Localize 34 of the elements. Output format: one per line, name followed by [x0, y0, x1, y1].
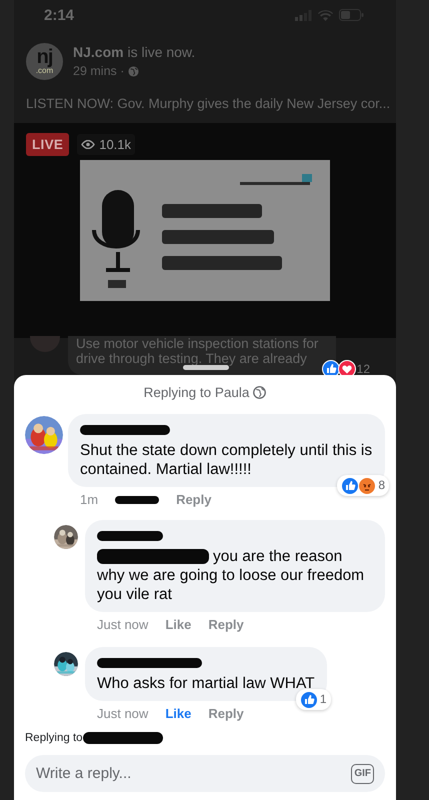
globe-icon: [253, 386, 266, 399]
gif-button[interactable]: GIF: [351, 764, 374, 784]
comment-text: you are the reason why we are going to loose our freedom you vile rat: [97, 547, 366, 604]
like-link[interactable]: Like: [165, 617, 192, 632]
comment-time: 1m: [80, 492, 98, 507]
drag-handle[interactable]: [183, 364, 229, 370]
comment-text: Use motor vehicle inspection stations for: [76, 336, 320, 351]
angry-face-icon: [358, 476, 376, 494]
like-link[interactable]: Like: [165, 706, 192, 721]
comment-time: Just now: [97, 706, 148, 721]
clock-time: 2:14: [44, 6, 74, 24]
sheet-title: Replying to Paula: [144, 385, 250, 400]
post-time: 29 mins ·: [73, 64, 124, 78]
reaction-count[interactable]: 8: [337, 475, 389, 496]
comment-text: drive through testing. They are already: [76, 351, 308, 366]
live-badge: LIVE: [26, 133, 70, 156]
globe-icon: [128, 66, 140, 76]
reply-link[interactable]: Reply: [208, 706, 244, 721]
wifi-icon: [318, 10, 333, 20]
viewer-count: 10.1k: [77, 134, 136, 155]
reply-link[interactable]: Reply: [208, 617, 244, 632]
thumbs-up-icon: [341, 476, 360, 494]
thumbs-up-icon: [300, 690, 318, 708]
reaction-count[interactable]: 1: [296, 689, 331, 710]
comment-time: Just now: [97, 617, 148, 632]
post-text: LISTEN NOW: Gov. Murphy gives the daily New Jersey cor...: [25, 95, 392, 111]
reply-input[interactable]: Write a reply... GIF: [25, 755, 385, 792]
post-author: NJ.com is live now.: [73, 44, 196, 60]
signal-icon: [295, 10, 312, 20]
battery-icon: [339, 9, 364, 21]
news-logo[interactable]: nj .com: [26, 42, 63, 80]
eye-icon: [81, 140, 96, 149]
reply-link[interactable]: Reply: [176, 492, 212, 507]
replying-to-label: Replying to: [25, 732, 83, 744]
